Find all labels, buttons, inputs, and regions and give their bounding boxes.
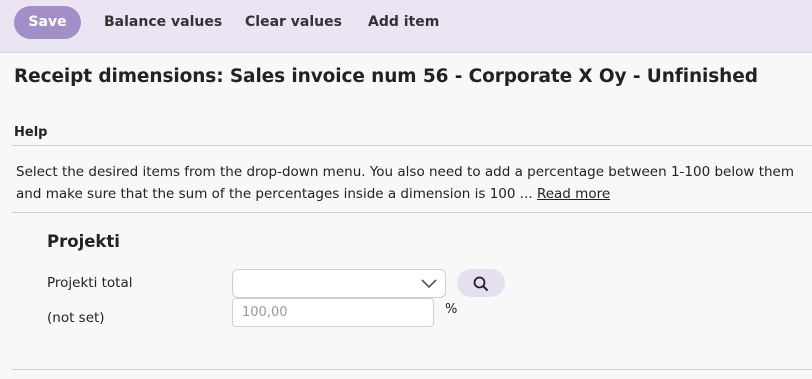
help-divider <box>12 145 812 146</box>
read-more-link[interactable]: Read more <box>537 186 610 202</box>
bottom-divider <box>12 369 812 370</box>
dimension-title: Projekti <box>47 232 120 251</box>
save-button[interactable]: Save <box>14 6 81 39</box>
chevron-down-icon <box>421 279 437 289</box>
dimension-total-label: Projekti total <box>47 275 133 291</box>
percentage-input[interactable] <box>232 298 434 327</box>
help-text: Select the desired items from the drop-d… <box>16 161 796 205</box>
dimension-item-select[interactable] <box>232 269 446 298</box>
page-title: Receipt dimensions: Sales invoice num 56… <box>14 66 758 87</box>
section-divider <box>12 212 812 213</box>
help-heading: Help <box>14 125 48 140</box>
toolbar: Save Balance values Clear values Add ite… <box>0 0 812 53</box>
dimension-search-button[interactable] <box>457 269 505 297</box>
dimension-row-label: (not set) <box>47 310 105 326</box>
balance-values-button[interactable]: Balance values <box>104 6 222 39</box>
help-description: Select the desired items from the drop-d… <box>16 164 794 202</box>
percentage-unit: % <box>445 302 458 317</box>
clear-values-button[interactable]: Clear values <box>245 6 342 39</box>
add-item-button[interactable]: Add item <box>368 6 439 39</box>
search-icon <box>473 276 489 292</box>
